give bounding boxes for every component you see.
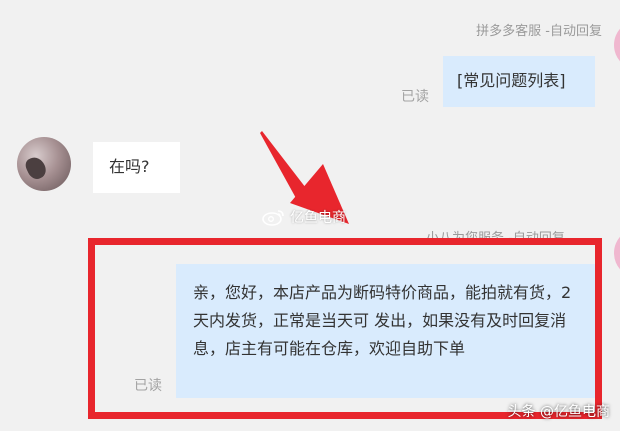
- message-bubble-customer[interactable]: 在吗?: [93, 142, 180, 193]
- highlight-frame: [88, 238, 602, 419]
- chat-window: 拼多多客服 -自动回复 已读 [常见问题列表] 在吗? 小八为您服务 -自动回复…: [0, 0, 620, 431]
- weibo-icon: [262, 210, 284, 226]
- watermark-text: 亿鱼电商: [290, 210, 346, 226]
- message-text: 在吗?: [109, 157, 150, 176]
- message-bubble-faq[interactable]: [常见问题列表]: [443, 56, 595, 107]
- avatar[interactable]: [614, 20, 620, 70]
- avatar-image: [23, 154, 49, 182]
- avatar[interactable]: [17, 137, 71, 191]
- sender-label: 拼多多客服 -自动回复: [476, 24, 602, 39]
- footer-watermark: 头条 @亿鱼电商: [507, 404, 610, 420]
- avatar[interactable]: [614, 228, 620, 278]
- read-status: 已读: [401, 89, 429, 105]
- watermark: 亿鱼电商: [262, 207, 346, 227]
- message-text: [常见问题列表]: [457, 71, 566, 90]
